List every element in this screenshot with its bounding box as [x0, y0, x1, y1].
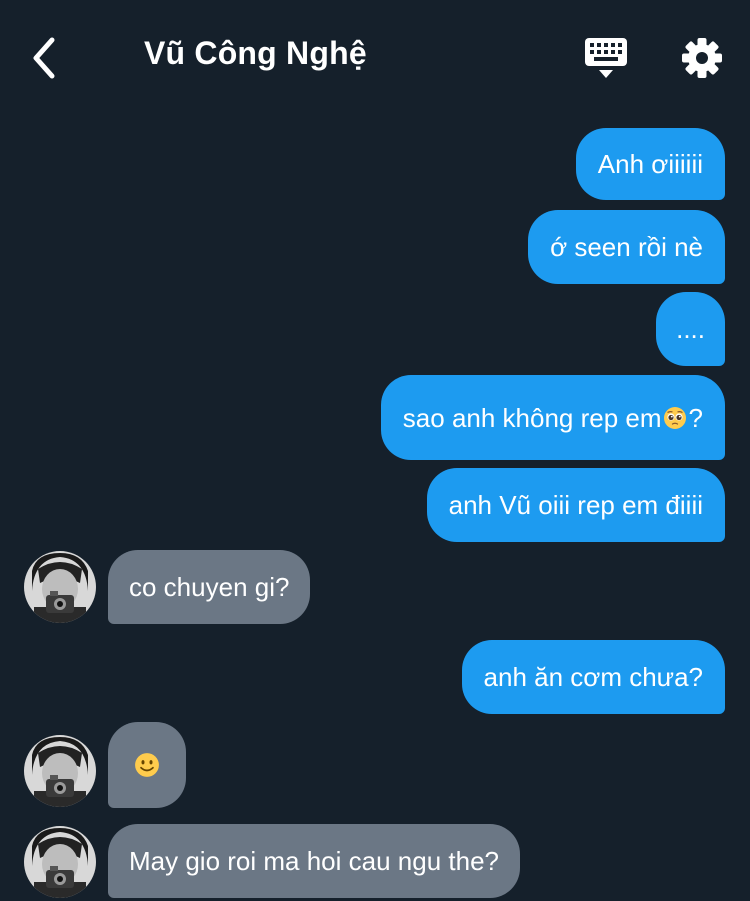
contact-avatar[interactable]: [24, 826, 96, 898]
contact-avatar[interactable]: [24, 735, 96, 807]
message-text: May gio roi ma hoi cau ngu the?: [129, 846, 499, 876]
message-text: ....: [676, 314, 705, 344]
message-text: anh ăn cơm chưa?: [483, 662, 703, 692]
message-text: co chuyen gi?: [129, 572, 290, 602]
message-text: ớ seen rồi nè: [550, 232, 703, 262]
received-message[interactable]: [108, 722, 186, 808]
sent-message[interactable]: Anh ơiiiiii: [575, 128, 725, 200]
message-text: sao anh không rep em: [402, 402, 662, 433]
pleading-face-emoji: [663, 406, 686, 429]
keyboard-button[interactable]: [583, 36, 629, 80]
message-text: anh Vũ oiii rep em điiii: [448, 490, 703, 520]
message-text: Anh ơiiiiii: [597, 149, 703, 179]
sent-message[interactable]: anh Vũ oiii rep em điiii: [426, 468, 725, 542]
sent-message[interactable]: ....: [656, 292, 725, 366]
sent-message[interactable]: ớ seen rồi nè: [528, 210, 725, 284]
sent-message[interactable]: sao anh không rep em ?: [380, 375, 725, 460]
message-text-suffix: ?: [688, 402, 703, 433]
received-message[interactable]: co chuyen gi?: [108, 550, 311, 624]
contact-avatar[interactable]: [24, 551, 96, 623]
settings-button[interactable]: [680, 36, 724, 80]
back-button[interactable]: [28, 36, 62, 80]
contact-name[interactable]: Vũ Công Nghệ: [144, 35, 367, 72]
chevron-left-icon: [33, 37, 55, 79]
gear-icon: [682, 38, 722, 78]
chat-header: Vũ Công Nghệ: [0, 0, 750, 112]
sent-message[interactable]: anh ăn cơm chưa?: [461, 640, 725, 714]
received-message[interactable]: May gio roi ma hoi cau ngu the?: [108, 824, 520, 898]
keyboard-icon: [585, 38, 627, 78]
slightly-smiling-face-emoji: [135, 753, 159, 777]
